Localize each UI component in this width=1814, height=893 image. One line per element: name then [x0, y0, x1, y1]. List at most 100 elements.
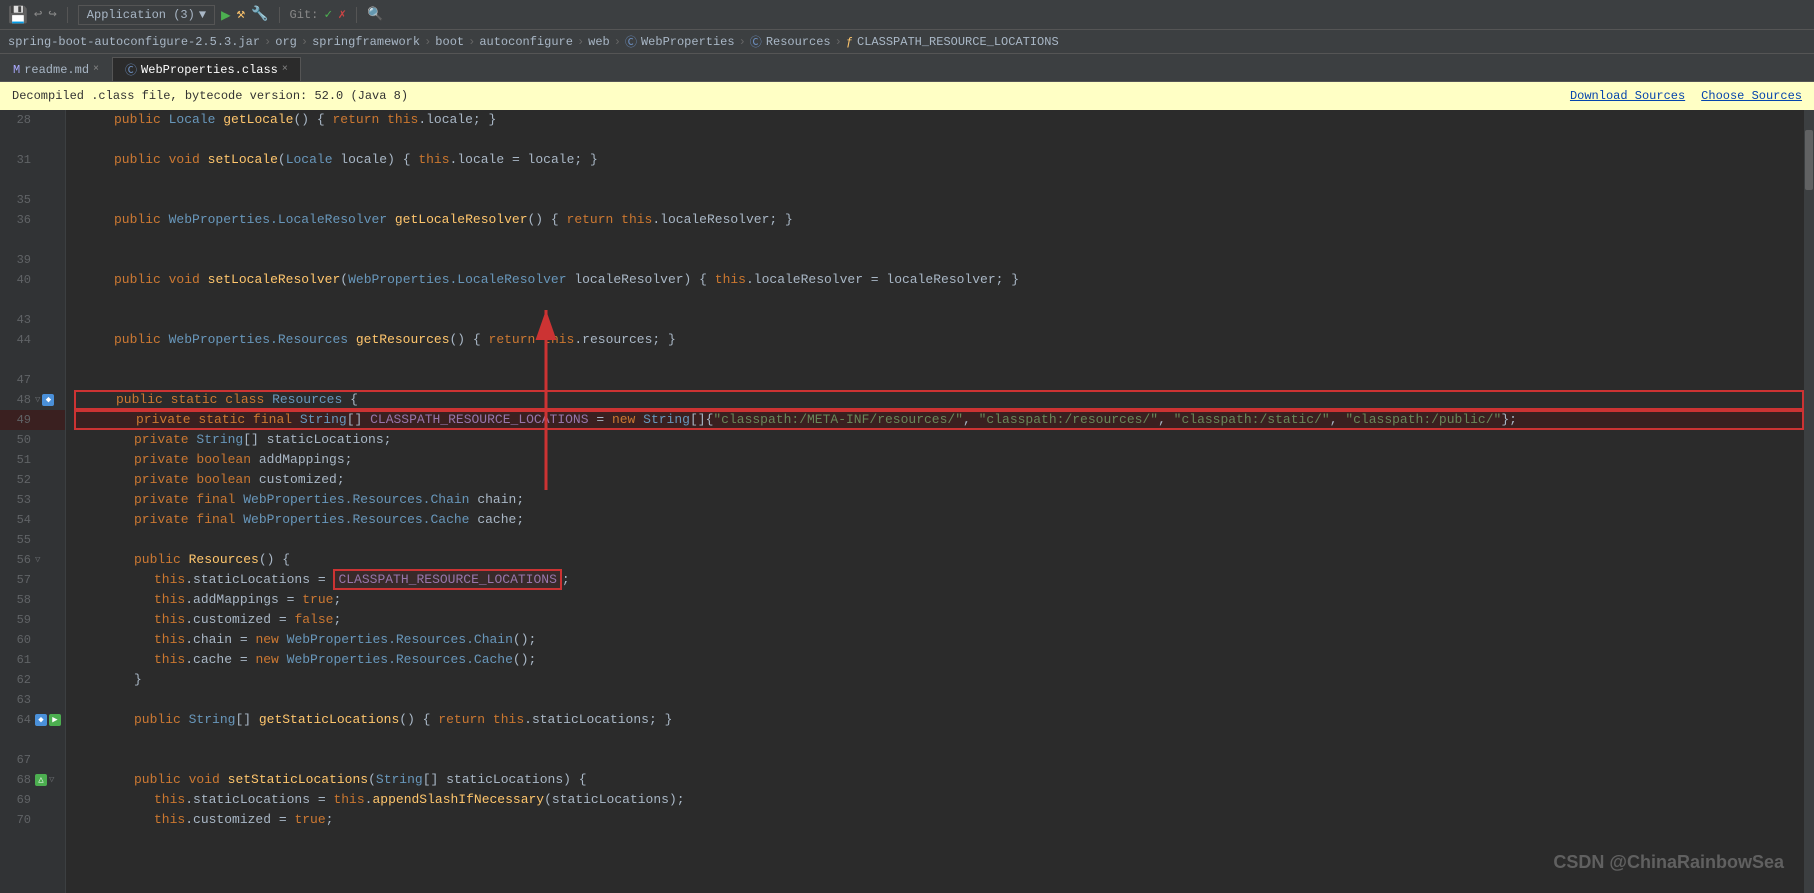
gutter-line-69: 69	[0, 790, 65, 810]
gutter-line-31: 31	[0, 150, 65, 170]
fold-68[interactable]: ▽	[49, 776, 54, 785]
gutter-line-28: 28	[0, 110, 65, 130]
breadcrumb-web[interactable]: web	[588, 35, 610, 49]
class-icon-1: Ⓒ	[625, 33, 637, 50]
scrollbar-thumb[interactable]	[1805, 130, 1813, 190]
linenum-60: 60	[0, 630, 35, 650]
linenum-55: 55	[0, 530, 35, 550]
tab-readme-label: readme.md	[24, 63, 89, 77]
box-classpath: CLASSPATH_RESOURCE_LOCATIONS	[333, 569, 561, 590]
bookmark-48[interactable]: ◆	[42, 394, 54, 406]
vertical-scrollbar[interactable]	[1804, 110, 1814, 893]
gutter-line-63: 63	[0, 690, 65, 710]
code-line-63	[74, 690, 1804, 710]
linenum-58: 58	[0, 590, 35, 610]
gutter-line-58: 58	[0, 590, 65, 610]
fold-56[interactable]: ▽	[35, 556, 40, 565]
code-line-57: this.staticLocations = CLASSPATH_RESOURC…	[74, 570, 1804, 590]
gutter-line-36: 36	[0, 210, 65, 230]
sep4: ›	[468, 35, 475, 49]
code-line-59: this.customized = false;	[74, 610, 1804, 630]
breadcrumb-org[interactable]: org	[275, 35, 297, 49]
code-line-40: public void setLocaleResolver(WebPropert…	[74, 270, 1804, 290]
code-line-29	[74, 130, 1804, 150]
run-icon[interactable]: ▶	[221, 5, 231, 25]
linenum-62: 62	[0, 670, 35, 690]
code-line-39	[74, 250, 1804, 270]
sep7: ›	[739, 35, 746, 49]
linenum-51: 51	[0, 450, 35, 470]
linenum-59: 59	[0, 610, 35, 630]
sep1: ›	[264, 35, 271, 49]
breadcrumb-autoconfigure[interactable]: autoconfigure	[479, 35, 573, 49]
breadcrumb-springframework[interactable]: springframework	[312, 35, 420, 49]
gutter-line-54: 54	[0, 510, 65, 530]
code-line-70: this.customized = true;	[74, 810, 1804, 830]
code-area[interactable]: public Locale getLocale() { return this.…	[66, 110, 1804, 893]
tab-readme[interactable]: M readme.md ×	[0, 57, 112, 81]
code-lines: public Locale getLocale() { return this.…	[74, 110, 1804, 830]
toolbar-icon-1: 💾	[8, 5, 28, 25]
search-icon[interactable]: 🔍	[367, 7, 383, 22]
separator-2	[356, 7, 357, 23]
info-actions: Download Sources Choose Sources	[1570, 89, 1802, 103]
tab-webproperties-label: WebProperties.class	[141, 63, 278, 77]
linenum-65	[0, 730, 35, 750]
toolbar-icon-3: ↪	[48, 6, 56, 23]
linenum-44: 44	[0, 330, 35, 350]
linenum-47: 47	[0, 370, 35, 390]
choose-sources-link[interactable]: Choose Sources	[1701, 89, 1802, 103]
breadcrumb-boot[interactable]: boot	[435, 35, 464, 49]
build-icon-1[interactable]: ⚒	[237, 6, 245, 23]
code-line-48: public static class Resources {	[74, 390, 1804, 410]
gutter-icons-48: ▽ ◆	[35, 394, 65, 406]
application-dropdown[interactable]: Application (3) ▼	[78, 5, 215, 25]
linenum-41	[0, 290, 35, 310]
info-message: Decompiled .class file, bytecode version…	[12, 89, 408, 103]
code-line-32	[74, 170, 1804, 190]
download-sources-link[interactable]: Download Sources	[1570, 89, 1685, 103]
linenum-70: 70	[0, 810, 35, 830]
icon-68[interactable]: △	[35, 774, 47, 786]
code-line-65	[74, 730, 1804, 750]
tab-webproperties[interactable]: Ⓒ WebProperties.class ×	[112, 57, 301, 81]
gutter-line-52: 52	[0, 470, 65, 490]
linenum-40: 40	[0, 270, 35, 290]
git-x-icon[interactable]: ✗	[338, 7, 346, 22]
code-line-36: public WebProperties.LocaleResolver getL…	[74, 210, 1804, 230]
gutter-line-50: 50	[0, 430, 65, 450]
app-label: Application (3)	[87, 8, 195, 22]
linenum-37	[0, 230, 35, 250]
gutter-line-53: 53	[0, 490, 65, 510]
gutter-line-45	[0, 350, 65, 370]
code-line-43	[74, 310, 1804, 330]
code-line-68: public void setStaticLocations(String[] …	[74, 770, 1804, 790]
gutter-line-47: 47	[0, 370, 65, 390]
tab-readme-close[interactable]: ×	[93, 64, 99, 75]
breadcrumb-jar[interactable]: spring-boot-autoconfigure-2.5.3.jar	[8, 35, 260, 49]
linenum-61: 61	[0, 650, 35, 670]
toolbar-icon-2: ↩	[34, 6, 42, 23]
linenum-36: 36	[0, 210, 35, 230]
code-line-60: this.chain = new WebProperties.Resources…	[74, 630, 1804, 650]
linenum-52: 52	[0, 470, 35, 490]
git-check-icon[interactable]: ✓	[324, 7, 332, 22]
code-line-28: public Locale getLocale() { return this.…	[74, 110, 1804, 130]
gutter-line-59: 59	[0, 610, 65, 630]
build-icon-2[interactable]: 🔧	[251, 6, 268, 23]
breadcrumb-field[interactable]: CLASSPATH_RESOURCE_LOCATIONS	[857, 35, 1059, 49]
sep8: ›	[835, 35, 842, 49]
bookmark-64[interactable]: ◆	[35, 714, 47, 726]
breadcrumb-resources[interactable]: Resources	[766, 35, 831, 49]
gutter-line-43: 43	[0, 310, 65, 330]
sep2: ›	[301, 35, 308, 49]
fold-48[interactable]: ▽	[35, 396, 40, 405]
run-64[interactable]: ▶	[49, 714, 61, 726]
breadcrumb-webproperties[interactable]: WebProperties	[641, 35, 735, 49]
code-line-54: private final WebProperties.Resources.Ca…	[74, 510, 1804, 530]
gutter-line-67: 67	[0, 750, 65, 770]
git-label: Git:	[290, 8, 319, 22]
tab-webproperties-close[interactable]: ×	[282, 64, 288, 75]
code-line-56: public Resources() {	[74, 550, 1804, 570]
code-line-45	[74, 350, 1804, 370]
